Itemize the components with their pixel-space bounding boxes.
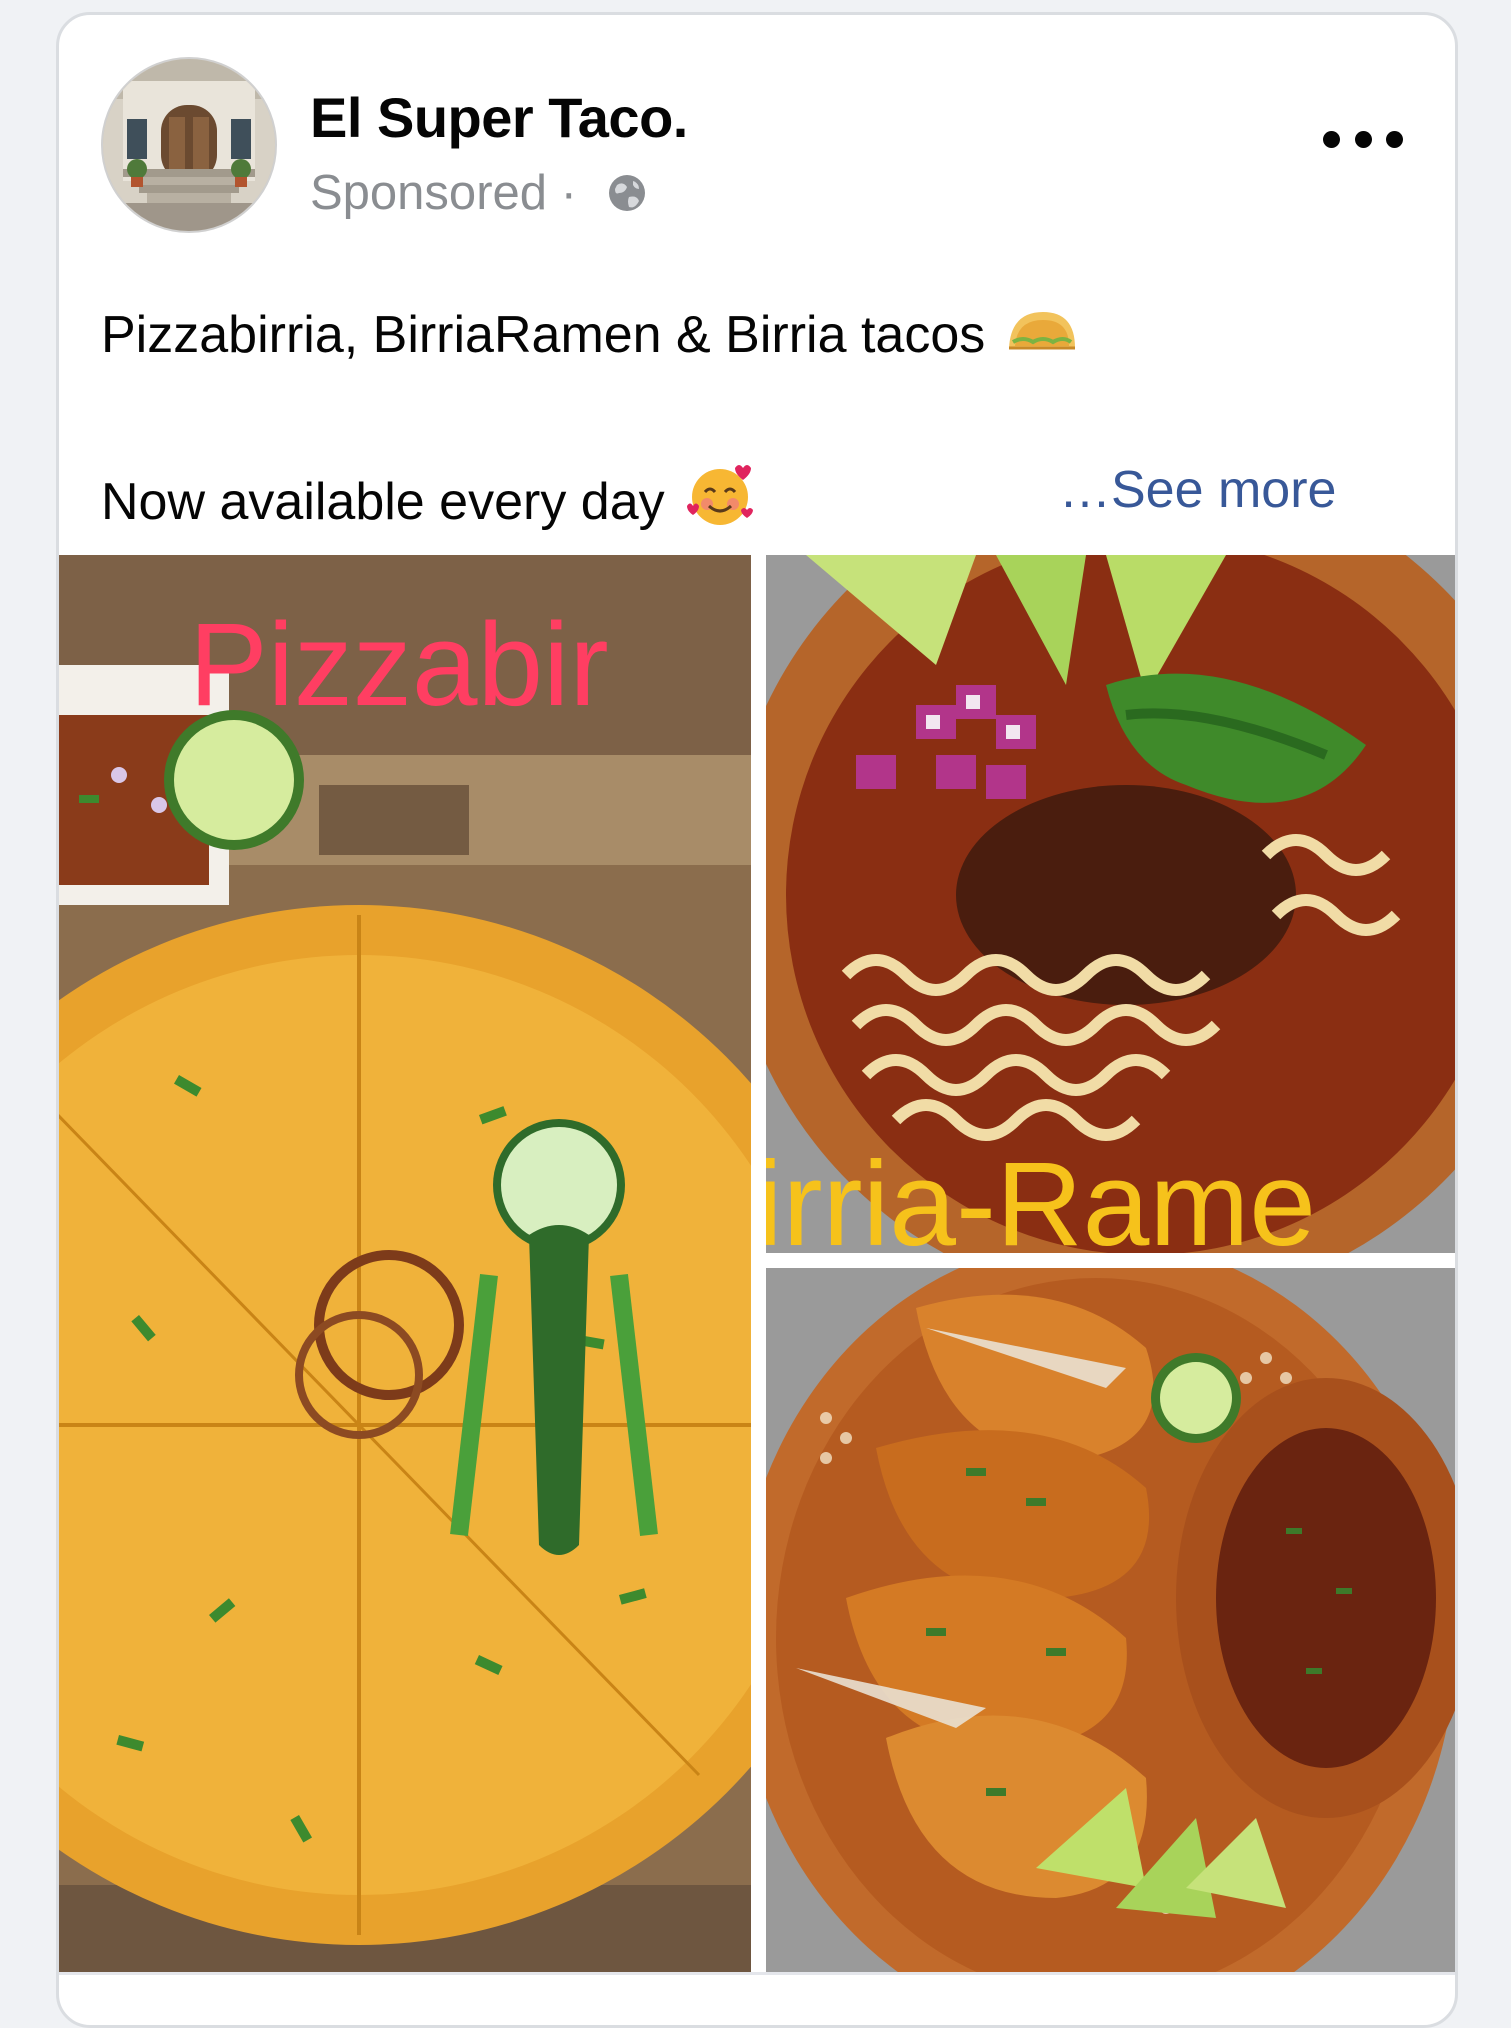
- birria-tacos-image: [766, 1268, 1455, 1972]
- pizzabirria-caption: Pizzabir: [189, 599, 609, 731]
- page-name-link[interactable]: El Super Taco.: [310, 85, 688, 150]
- see-more-link[interactable]: …See more: [1059, 460, 1336, 520]
- photo-pizzabirria[interactable]: Pizzabir: [59, 555, 751, 1972]
- photo-birria-tacos[interactable]: [766, 1268, 1455, 1972]
- sponsored-label[interactable]: Sponsored: [310, 165, 547, 221]
- photo-birria-ramen[interactable]: irria-Rame: [766, 555, 1455, 1253]
- globe-icon[interactable]: [605, 171, 649, 215]
- more-options-icon: [1323, 130, 1340, 148]
- card-footer-divider: [59, 1972, 1455, 1975]
- post-text-line-1: Pizzabirria, BirriaRamen & Birria tacos: [101, 305, 1079, 365]
- post-text-line-2: Now available every day: [101, 460, 755, 543]
- post-text-line-1-content: Pizzabirria, BirriaRamen & Birria tacos: [101, 306, 986, 364]
- meta-separator: ·: [547, 166, 591, 220]
- more-options-button[interactable]: [1323, 119, 1403, 159]
- birria-ramen-caption: irria-Rame: [766, 1137, 1316, 1253]
- more-options-dot: [1386, 130, 1403, 148]
- post-meta: Sponsored ·: [310, 165, 649, 221]
- post-text-line-2-content: Now available every day: [101, 472, 665, 531]
- taco-emoji: [1005, 305, 1079, 365]
- more-options-dot: [1354, 130, 1372, 148]
- pizzabirria-image: Pizzabir: [59, 555, 751, 1972]
- page-avatar[interactable]: [101, 57, 277, 233]
- smiling-face-with-hearts-emoji: [685, 460, 755, 543]
- sponsored-post-card: El Super Taco. Sponsored · Pizzabirria, …: [56, 12, 1458, 2028]
- birria-ramen-image: irria-Rame: [766, 555, 1455, 1253]
- house-entrance-photo: [103, 59, 275, 231]
